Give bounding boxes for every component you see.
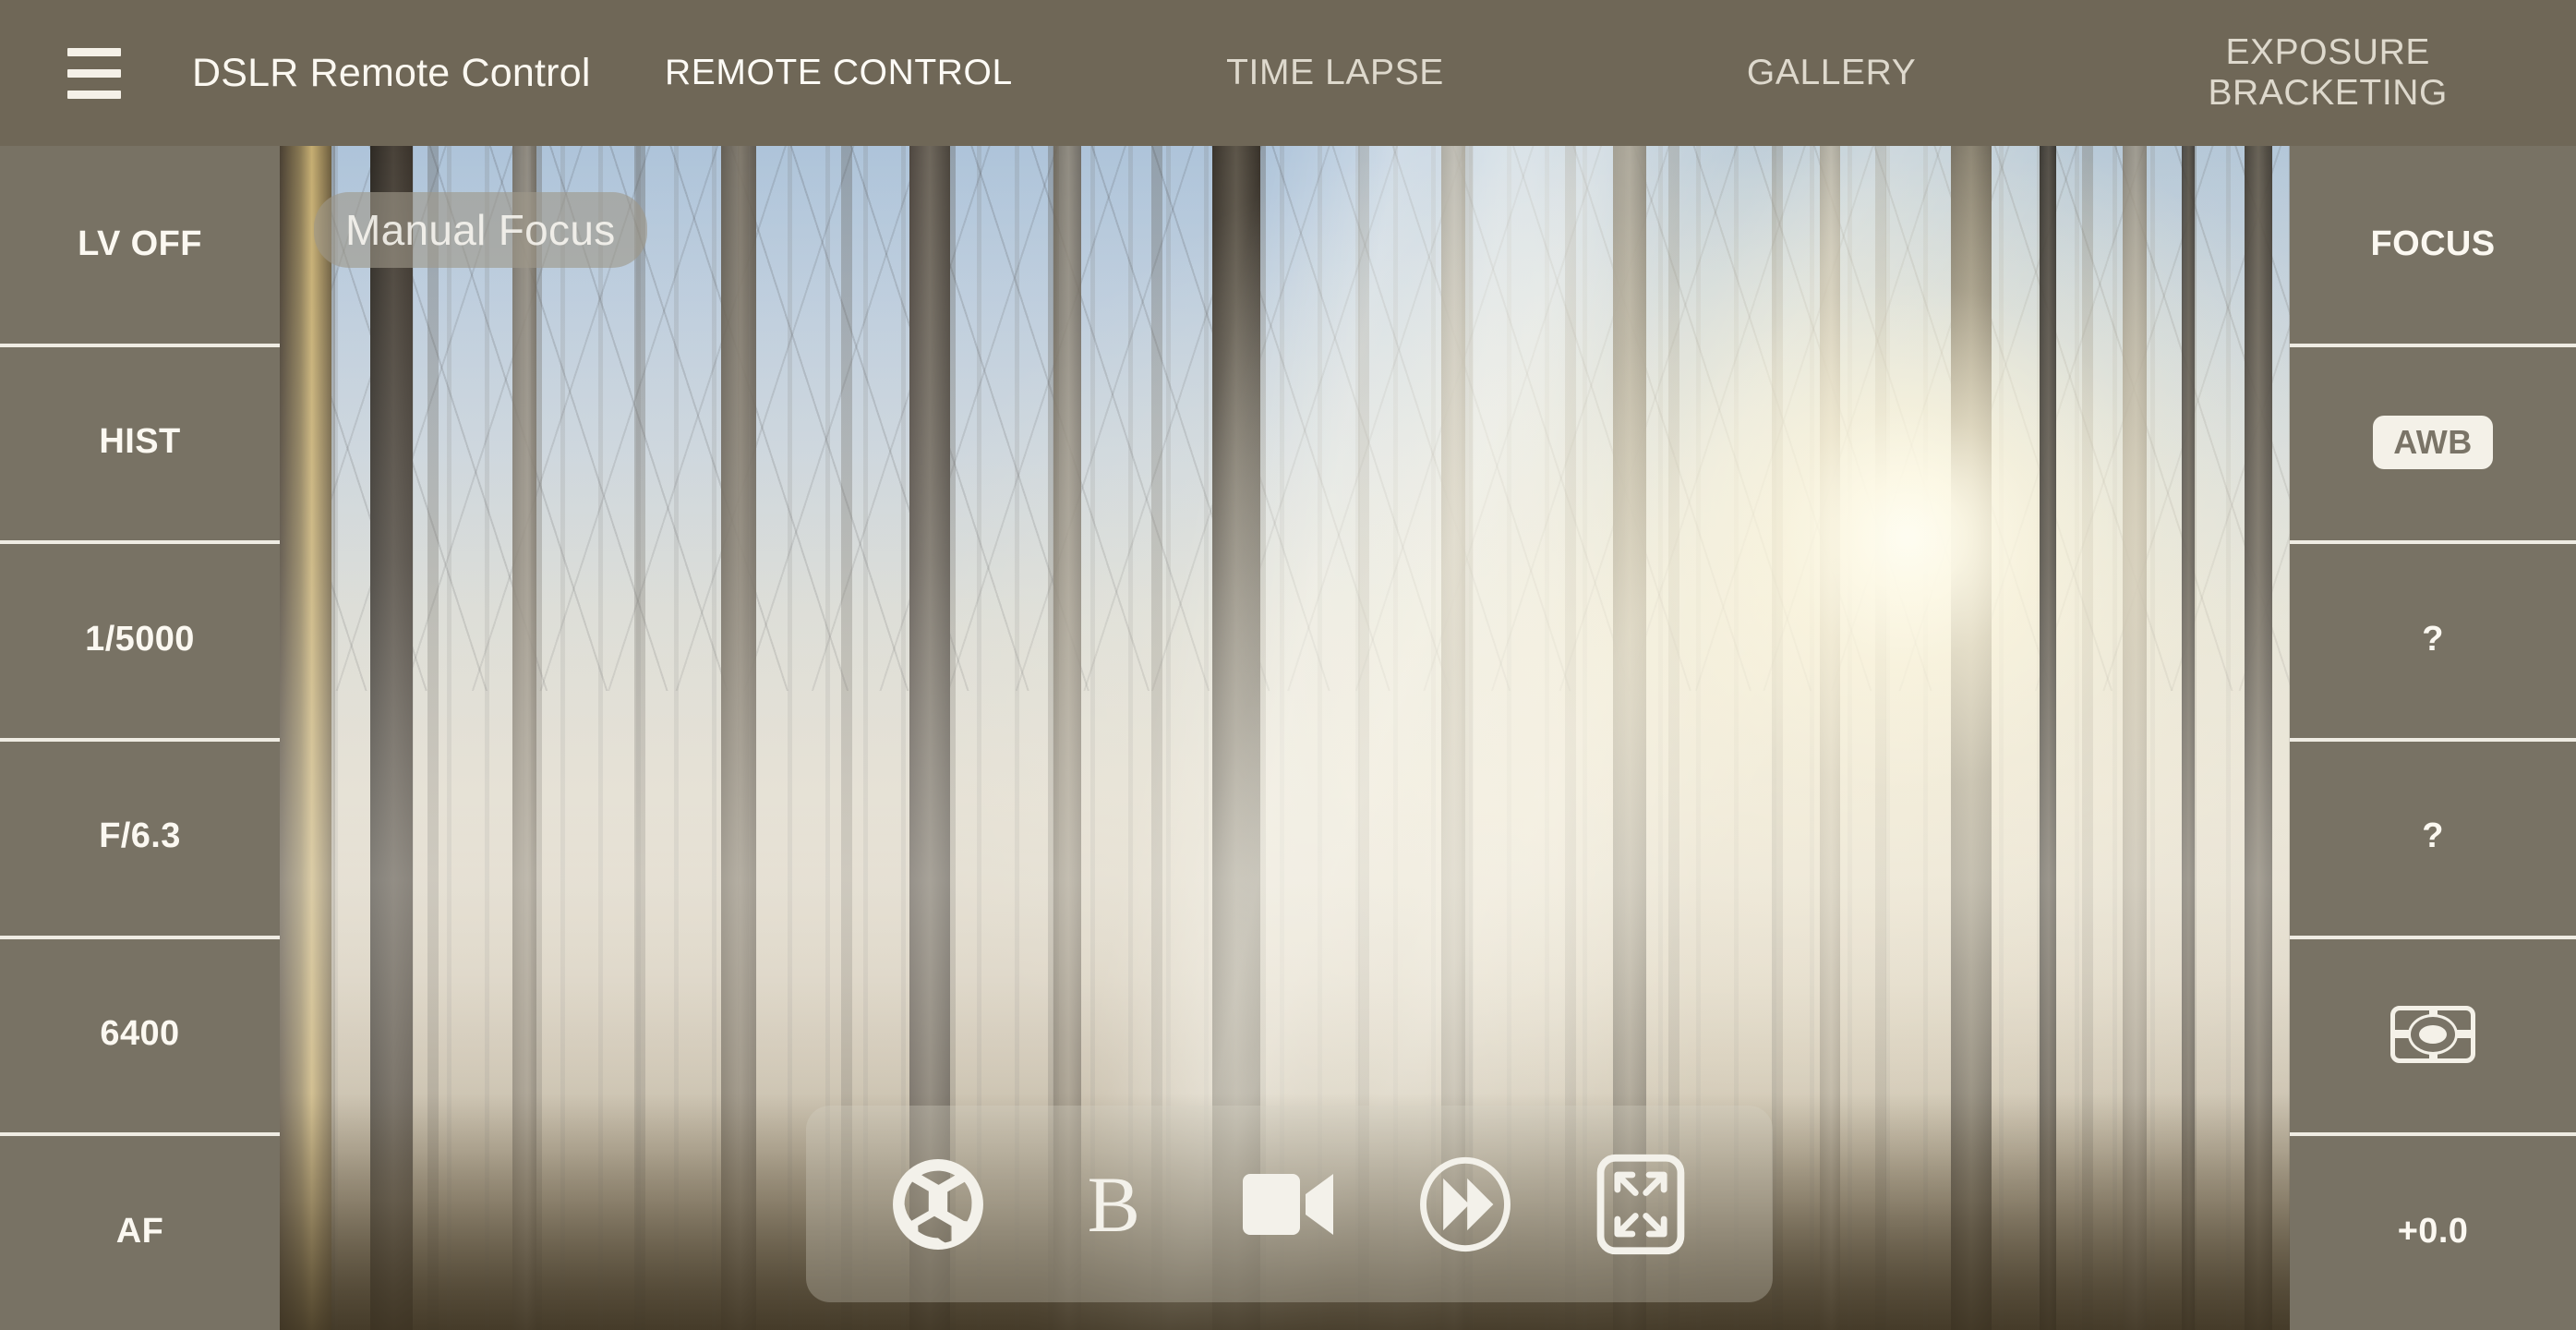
left-control-panel: LV OFF HIST 1/5000 F/6.3 6400 AF	[0, 146, 280, 1330]
aperture-icon	[890, 1156, 986, 1252]
sidebar-item-picture-style[interactable]: ?	[2290, 540, 2576, 738]
metering-ring	[2411, 1016, 2455, 1052]
video-record-button[interactable]	[1234, 1150, 1343, 1259]
expand-icon	[1596, 1154, 1685, 1255]
bottom-toolbar: B	[806, 1106, 1773, 1302]
hamburger-menu-icon[interactable]	[44, 0, 144, 146]
menu-bar-1	[67, 47, 121, 56]
menu-bar-3	[67, 90, 121, 99]
fast-forward-icon	[1417, 1156, 1513, 1252]
tab-remote-control[interactable]: REMOTE CONTROL	[591, 0, 1088, 146]
sidebar-item-white-balance[interactable]: AWB	[2290, 343, 2576, 541]
sidebar-item-focus[interactable]: FOCUS	[2290, 146, 2576, 344]
app-title: DSLR Remote Control	[192, 50, 591, 95]
bulb-icon: B	[1087, 1159, 1140, 1249]
sidebar-item-shutter-speed[interactable]: 1/5000	[0, 540, 280, 738]
burst-mode-button[interactable]	[1411, 1150, 1520, 1259]
sidebar-item-focus-mode[interactable]: AF	[0, 1132, 280, 1330]
dslr-remote-control-app: Manual Focus DSLR Remote Control REMOTE …	[0, 0, 2576, 1330]
app-header: DSLR Remote Control REMOTE CONTROL TIME …	[0, 0, 2576, 146]
video-camera-icon	[1241, 1168, 1337, 1240]
menu-bar-2	[67, 68, 121, 78]
sidebar-item-histogram-toggle[interactable]: HIST	[0, 343, 280, 541]
sidebar-item-metering-mode[interactable]	[2290, 935, 2576, 1133]
sidebar-item-exposure-compensation[interactable]: +0.0	[2290, 1132, 2576, 1330]
white-balance-chip: AWB	[2373, 415, 2493, 469]
bulb-mode-button[interactable]: B	[1059, 1150, 1168, 1259]
metering-mode-icon	[2390, 1005, 2475, 1063]
tab-gallery[interactable]: GALLERY	[1583, 0, 2080, 146]
sidebar-item-liveview-toggle[interactable]: LV OFF	[0, 146, 280, 344]
manual-focus-badge[interactable]: Manual Focus	[314, 192, 647, 268]
tab-bar: REMOTE CONTROL TIME LAPSE GALLERY EXPOSU…	[591, 0, 2576, 146]
sidebar-item-iso[interactable]: 6400	[0, 935, 280, 1133]
fullscreen-button[interactable]	[1586, 1150, 1695, 1259]
shutter-release-button[interactable]	[884, 1150, 993, 1259]
right-control-panel: FOCUS AWB ? ? +0.0	[2290, 146, 2576, 1330]
sidebar-item-aperture[interactable]: F/6.3	[0, 738, 280, 936]
tab-time-lapse[interactable]: TIME LAPSE	[1087, 0, 1583, 146]
sidebar-item-drive-mode[interactable]: ?	[2290, 738, 2576, 936]
tab-exposure-bracketing[interactable]: EXPOSURE BRACKETING	[2079, 0, 2576, 146]
